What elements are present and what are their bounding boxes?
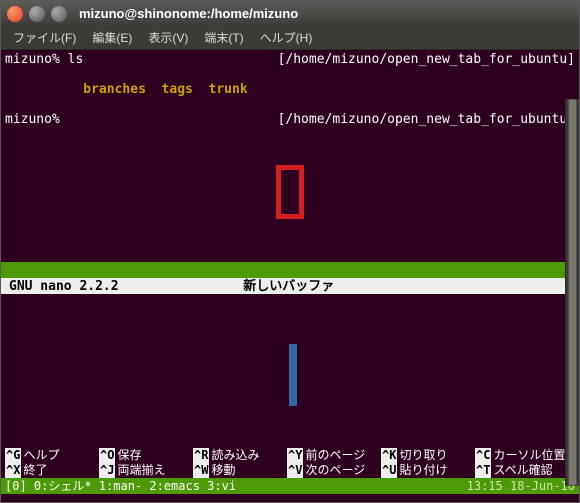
menu-file[interactable]: ファイル(F) [7,27,82,48]
nano-help-key: ^J [99,463,115,478]
tmux-statusbar: [0] 0:シェル* 1:man- 2:emacs 3:vi 13:15 18-… [1,478,579,494]
nano-titlebar: GNU nano 2.2.2 新しいバッファ [1,278,579,294]
nano-help-item: ^J両端揃え [99,463,193,478]
shell-line-3: mizuno% [/home/mizuno/open_new_tab_for_u… [1,112,579,127]
prompt: mizuno% [5,112,68,127]
nano-help-key: ^R [193,448,209,463]
shell-line-2: branches tags trunk [1,67,579,112]
nano-help-row-1: ^Gヘルプ^O保存^R読み込み^Y前のページ^K切り取り^Cカーソル位置 [1,448,579,463]
nano-help-label: 次のページ [305,463,365,478]
maximize-icon[interactable] [51,6,67,22]
command-text: ls [68,52,84,67]
nano-help-item: ^R読み込み [193,448,287,463]
nano-help-key: ^C [475,448,491,463]
nano-help-item: ^Y前のページ [287,448,381,463]
nano-help-label: 読み込み [211,448,259,463]
nano-help-key: ^U [381,463,397,478]
nano-help-key: ^T [475,463,491,478]
nano-help-label: 保存 [117,448,141,463]
nano-help-item: ^Tスペル確認 [475,463,569,478]
nano-help-item: ^K切り取り [381,448,475,463]
nano-help-label: スペル確認 [493,463,552,478]
nano-help-key: ^G [5,448,21,463]
minimize-icon[interactable] [29,6,45,22]
upper-shell-pane[interactable]: mizuno% ls [/home/mizuno/open_new_tab_fo… [1,50,579,262]
pane-separator[interactable] [1,262,579,278]
nano-help-item: ^V次のページ [287,463,381,478]
path-display: [/home/mizuno/open_new_tab_for_ubuntu] [278,112,575,127]
status-left: [0] 0:シェル* 1:man- 2:emacs 3:vi [5,479,236,494]
nano-edit-area[interactable] [1,294,579,448]
nano-help-item: ^Gヘルプ [5,448,99,463]
nano-help-item: ^O保存 [99,448,193,463]
nano-buffer-name: 新しいバッファ [119,279,459,294]
nano-help-item: ^W移動 [193,463,287,478]
prompt: mizuno% [5,52,68,67]
nano-help-key: ^Y [287,448,303,463]
nano-help-key: ^X [5,463,21,478]
nano-help-label: 移動 [211,463,235,478]
menubar: ファイル(F) 編集(E) 表示(V) 端末(T) ヘルプ(H) [1,26,579,50]
nano-help-key: ^V [287,463,303,478]
nano-help-label: ヘルプ [23,448,59,463]
nano-help-label: 前のページ [305,448,365,463]
cursor-block-nano [289,344,297,406]
terminal-area[interactable]: mizuno% ls [/home/mizuno/open_new_tab_fo… [1,50,579,502]
nano-help-key: ^W [193,463,209,478]
nano-help-label: 切り取り [399,448,447,463]
status-right: 13:15 18-Jun-10 [467,479,575,494]
window-frame: mizuno@shinonome:/home/mizuno ファイル(F) 編集… [0,0,580,503]
scrollbar-thumb[interactable] [568,99,577,486]
shell-line-1: mizuno% ls [/home/mizuno/open_new_tab_fo… [1,52,579,67]
menu-view[interactable]: 表示(V) [142,27,194,48]
path-display: [/home/mizuno/open_new_tab_for_ubuntu] [278,52,575,67]
nano-help-label: カーソル位置 [493,448,565,463]
window-title: mizuno@shinonome:/home/mizuno [79,6,298,21]
titlebar[interactable]: mizuno@shinonome:/home/mizuno [1,1,579,26]
nano-help-item: ^U貼り付け [381,463,475,478]
menu-edit[interactable]: 編集(E) [86,27,138,48]
nano-help-key: ^K [381,448,397,463]
nano-help-label: 貼り付け [399,463,447,478]
menu-help[interactable]: ヘルプ(H) [254,27,319,48]
menu-terminal[interactable]: 端末(T) [198,27,249,48]
ls-output: branches tags trunk [83,82,247,97]
nano-help-item: ^X終了 [5,463,99,478]
nano-help-item: ^Cカーソル位置 [475,448,569,463]
nano-help-key: ^O [99,448,115,463]
scrollbar[interactable] [565,99,579,486]
nano-help-label: 終了 [23,463,47,478]
nano-help-row-2: ^X終了^J両端揃え^W移動^V次のページ^U貼り付け^Tスペル確認 [1,463,579,478]
nano-version: GNU nano 2.2.2 [1,279,119,294]
cursor-block-upper [276,165,304,219]
nano-help-label: 両端揃え [117,463,165,478]
close-icon[interactable] [7,6,23,22]
